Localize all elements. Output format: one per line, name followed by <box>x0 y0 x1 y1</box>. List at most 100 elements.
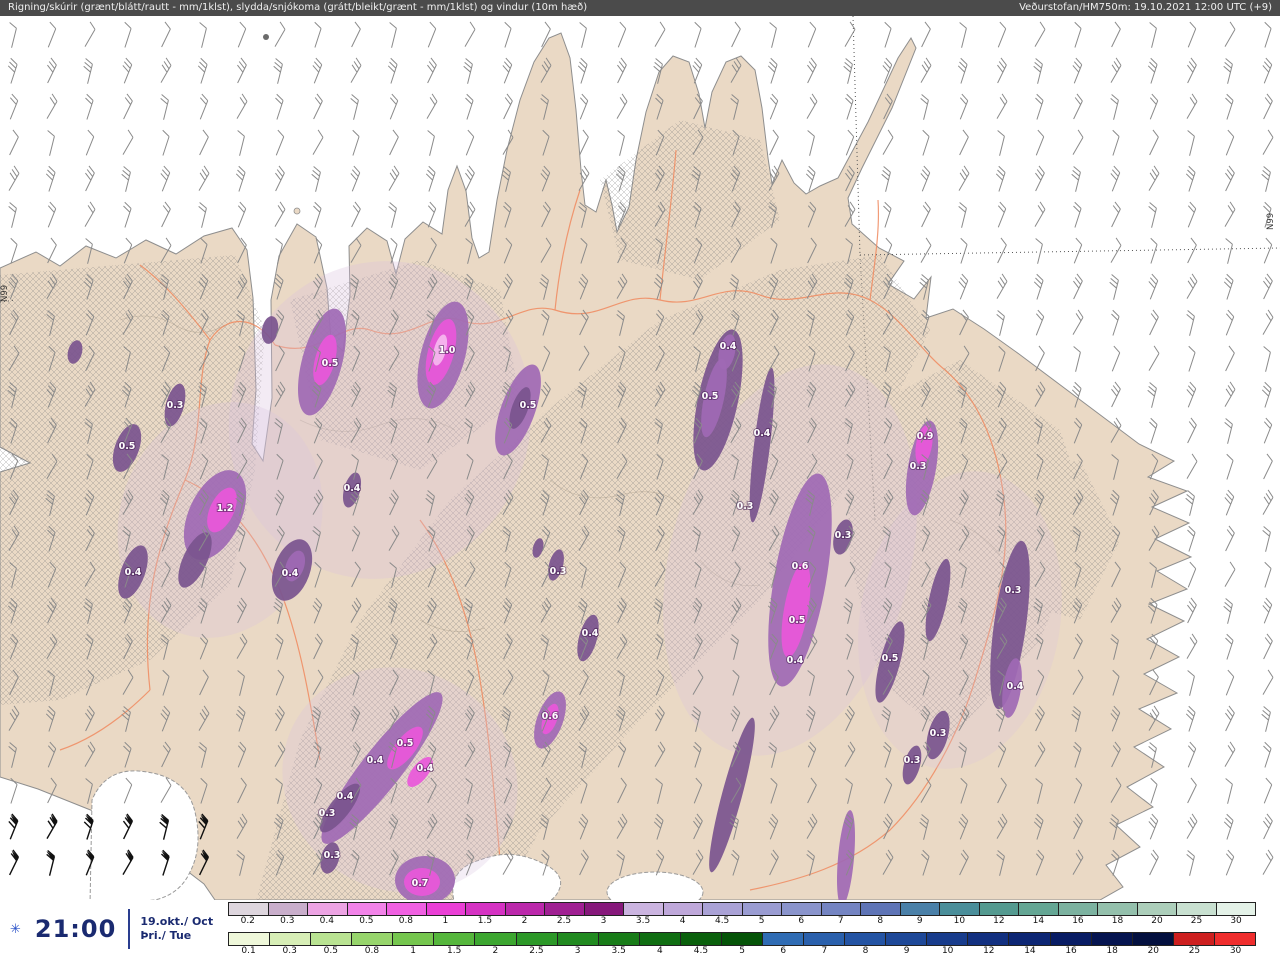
legend-color-cell <box>979 903 1019 915</box>
top-bar: Rigning/skúrir (grænt/blátt/rautt - mm/1… <box>0 0 1280 16</box>
legend-value-label: 6 <box>780 946 787 956</box>
legend-color-cell <box>347 903 387 915</box>
legend-color-cell <box>1050 933 1092 945</box>
legend-value-label: 16 <box>1072 916 1084 926</box>
legend-value-label: 5 <box>758 916 765 926</box>
legend-color-cell <box>545 903 585 915</box>
legend-value-label: 4.5 <box>693 946 709 956</box>
legend-color-cell <box>516 933 558 945</box>
legend-color-cell <box>505 903 545 915</box>
rain-scale-legend: 0.1 0.3 0.5 0.8 1 1.5 2 2.5 3 3.5 4 4.5 5 6 7 8 9 10 12 14 1… <box>228 932 1256 957</box>
time-panel: ✳ 21:00 19.okt./ Oct Þri./ Tue <box>0 900 224 958</box>
legend-value-label: 18 <box>1111 916 1124 926</box>
legend-color-cell <box>229 903 269 915</box>
snow-scale-legend: 0.2 0.3 0.4 0.5 0.8 1 1.5 2 2.5 3 3.5 4 4.5 5 6 7 8 9 10 12… <box>228 902 1256 927</box>
layers-description-text: Rigning/skúrir (grænt/blátt/rautt - mm/1… <box>8 2 588 13</box>
precip-value-label: 0.5 <box>702 391 719 402</box>
legend-color-cell <box>763 933 805 945</box>
legend-color-cell <box>1173 933 1215 945</box>
precip-value-label: 0.5 <box>397 738 414 749</box>
weather-forecast-map-app: Rigning/skúrir (grænt/blátt/rautt - mm/1… <box>0 0 1280 958</box>
legend-value-label: 1 <box>410 946 416 956</box>
legend-color-cell <box>393 933 435 945</box>
legend-color-cell <box>900 903 940 915</box>
legend-value-label: 3.5 <box>635 916 651 926</box>
legend-value-label: 9 <box>916 916 923 926</box>
legend-color-cell <box>821 903 861 915</box>
legend-color-cell <box>624 903 664 915</box>
legend-value-label: 14 <box>1032 916 1045 926</box>
precip-value-label: 0.3 <box>904 755 921 766</box>
legend-color-cell <box>268 903 308 915</box>
legend-value-label: 25 <box>1188 946 1201 956</box>
precip-value-label: 0.3 <box>835 530 852 541</box>
precip-value-label: 0.3 <box>1005 585 1022 596</box>
precip-value-label: 0.6 <box>792 561 809 572</box>
legend-color-cell <box>434 933 476 945</box>
precip-value-label: 0.4 <box>754 428 771 439</box>
precip-value-label: 0.4 <box>125 567 142 578</box>
precip-value-label: 0.4 <box>1007 681 1024 692</box>
legend-value-label: 2 <box>521 916 528 926</box>
legend-value-label: 0.5 <box>323 946 338 956</box>
legend-value-label: 2.5 <box>529 946 544 956</box>
legend-value-label: 20 <box>1151 916 1163 926</box>
graticule-label-right: N99 <box>1266 213 1276 230</box>
precip-value-label: 0.5 <box>119 441 136 452</box>
precip-value-label: 0.3 <box>910 461 927 472</box>
precip-value-label: 0.4 <box>787 655 804 666</box>
precip-value-label: 0.5 <box>789 615 806 626</box>
precip-value-label: 0.3 <box>319 808 336 819</box>
legend-color-cell <box>1177 903 1217 915</box>
legend-value-label: 25 <box>1190 916 1203 926</box>
precip-value-label: 0.4 <box>417 763 434 774</box>
legend-color-cell <box>927 933 969 945</box>
precip-value-label: 0.5 <box>520 400 537 411</box>
legend-color-cell <box>308 903 348 915</box>
legend-value-label: 0.8 <box>398 916 414 926</box>
legend-value-label: 0.3 <box>280 916 295 926</box>
legend-color-cell <box>1098 903 1138 915</box>
legend-color-cell <box>663 903 703 915</box>
legend-value-label: 3 <box>600 916 607 926</box>
legend-color-cell <box>804 933 846 945</box>
legend-color-cell <box>1132 933 1174 945</box>
legend-value-label: 1.5 <box>447 946 462 956</box>
legend-color-cell <box>1019 903 1059 915</box>
legend-color-cell <box>1214 933 1255 945</box>
legend-color-cell <box>352 933 394 945</box>
legend-color-cell <box>639 933 681 945</box>
map-area: 0.5 1.0 0.5 0.3 0.5 1.2 0.4 0.4 0.4 0.4 0.5 0.4 0.3 0… <box>0 16 1280 900</box>
legend-scales: 0.2 0.3 0.4 0.5 0.8 1 1.5 2 2.5 3 3.5 4 4.5 5 6 7 8 9 10 12… <box>224 900 1280 958</box>
forecast-weekday: Þri./ Tue <box>140 929 192 942</box>
precip-value-label: 0.4 <box>367 755 384 766</box>
legend-color-cell <box>387 903 427 915</box>
bottom-bar: ✳ 21:00 19.okt./ Oct Þri./ Tue 0.2 0.3 0.4… <box>0 900 1280 958</box>
legend-color-cell <box>598 933 640 945</box>
legend-color-cell <box>557 933 599 945</box>
precip-value-label: 1.2 <box>217 503 234 514</box>
precip-value-label: 0.4 <box>582 628 599 639</box>
legend-value-label: 2 <box>492 946 499 956</box>
legend-value-label: 4 <box>679 916 686 926</box>
time-date-divider <box>128 909 131 949</box>
legend-value-label: 10 <box>941 946 954 956</box>
legend-color-cell <box>426 903 466 915</box>
legend-value-label: 0.2 <box>240 916 255 926</box>
legend-value-label: 4 <box>656 946 663 956</box>
legend-value-label: 10 <box>953 916 966 926</box>
legend-value-label: 8 <box>862 946 869 956</box>
legend-value-label: 1 <box>442 916 449 926</box>
precip-value-label: 0.4 <box>344 483 361 494</box>
legend-value-label: 5 <box>739 946 745 956</box>
legend-value-label: 0.3 <box>282 946 297 956</box>
legend-value-label: 0.1 <box>241 946 256 956</box>
precip-value-label: 1.0 <box>439 345 456 356</box>
legend-color-cell <box>1058 903 1098 915</box>
precip-value-label: 0.4 <box>282 568 299 579</box>
legend-value-label: 9 <box>903 946 910 956</box>
legend-color-cell <box>703 903 743 915</box>
legend-color-cell <box>845 933 887 945</box>
precip-value-label: 0.3 <box>737 501 754 512</box>
iceland-weather-map: 0.5 1.0 0.5 0.3 0.5 1.2 0.4 0.4 0.4 0.4 0.5 0.4 0.3 0… <box>0 16 1280 900</box>
